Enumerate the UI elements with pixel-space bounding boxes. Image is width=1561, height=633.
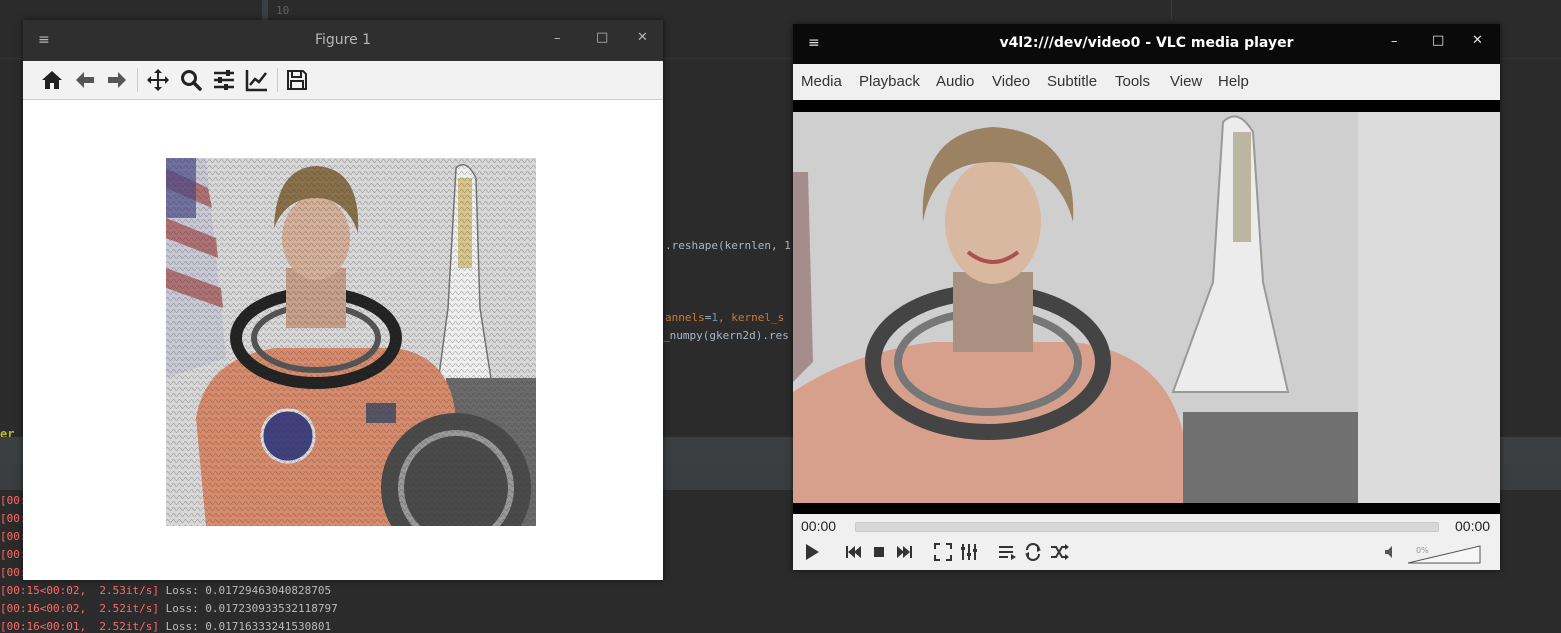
vlc-titlebar[interactable]: ≡ v4l2:///dev/video0 - VLC media player … [793,24,1500,64]
next-icon[interactable] [894,541,916,563]
playback-controls: 00:00 00:00 0% [793,514,1500,570]
console-line: [00:15<00:02, 2.53it/s] Loss: 0.01729463… [0,584,332,597]
video-area[interactable] [793,100,1500,514]
maximize-icon[interactable]: □ [596,30,608,45]
video-frame [793,112,1500,503]
save-icon[interactable] [285,68,309,92]
figure-window[interactable]: ≡ Figure 1 – □ ✕ [23,20,663,580]
ide-divider [1171,0,1172,20]
loop-icon[interactable] [1022,541,1044,563]
code-line-reshape: .reshape(kernlen, 1 [665,239,791,252]
pan-icon[interactable] [146,68,170,92]
previous-icon[interactable] [842,541,864,563]
window-title: Figure 1 [314,32,372,48]
menu-help[interactable]: Help [1218,73,1249,90]
close-icon[interactable]: ✕ [637,30,648,45]
menu-view[interactable]: View [1170,73,1202,90]
shuffle-icon[interactable] [1048,541,1070,563]
mute-icon[interactable] [1383,544,1399,560]
figure-titlebar[interactable]: ≡ Figure 1 – □ ✕ [23,20,663,61]
total-time: 00:00 [1455,518,1491,534]
elapsed-time: 00:00 [801,518,837,534]
forward-icon[interactable] [105,68,129,92]
seek-slider[interactable] [855,522,1439,532]
figure-canvas[interactable] [23,100,663,580]
matplotlib-toolbar [23,61,663,100]
menu-tools[interactable]: Tools [1115,73,1150,90]
play-icon[interactable] [801,541,823,563]
console-line: [00:16<00:01, 2.52it/s] Loss: 0.01716333… [0,620,332,633]
ide-top-area [0,0,1561,20]
menu-audio[interactable]: Audio [936,73,974,90]
vlc-window[interactable]: ≡ v4l2:///dev/video0 - VLC media player … [793,24,1500,570]
code-line-channels: annels=1, kernel_s [665,311,785,324]
menu-playback[interactable]: Playback [859,73,920,90]
menu-video[interactable]: Video [992,73,1030,90]
volume-slider[interactable] [1406,544,1482,564]
zoom-icon[interactable] [179,68,203,92]
toolbar-separator [277,68,278,92]
maximize-icon[interactable]: □ [1432,33,1444,48]
menu-subtitle[interactable]: Subtitle [1047,73,1097,90]
close-icon[interactable]: ✕ [1472,33,1483,48]
playlist-icon[interactable] [996,541,1018,563]
home-icon[interactable] [40,68,64,92]
minimize-icon[interactable]: – [1391,34,1398,49]
toolbar-separator [137,68,138,92]
processed-astronaut-image [166,158,536,526]
stop-icon[interactable] [868,541,890,563]
extended-settings-icon[interactable] [958,541,980,563]
back-icon[interactable] [73,68,97,92]
line-number: 10 [276,4,290,17]
configure-icon[interactable] [212,68,236,92]
minimize-icon[interactable]: – [554,31,561,46]
menu-media[interactable]: Media [801,73,842,90]
console-line: [00:16<00:02, 2.52it/s] Loss: 0.01723093… [0,602,338,615]
edit-axis-icon[interactable] [245,68,269,92]
fullscreen-icon[interactable] [932,541,954,563]
menu-bar: Media Playback Audio Video Subtitle Tool… [793,64,1500,100]
code-line-numpy: _numpy(gkern2d).res [663,329,789,342]
ide-gutter [262,0,268,20]
